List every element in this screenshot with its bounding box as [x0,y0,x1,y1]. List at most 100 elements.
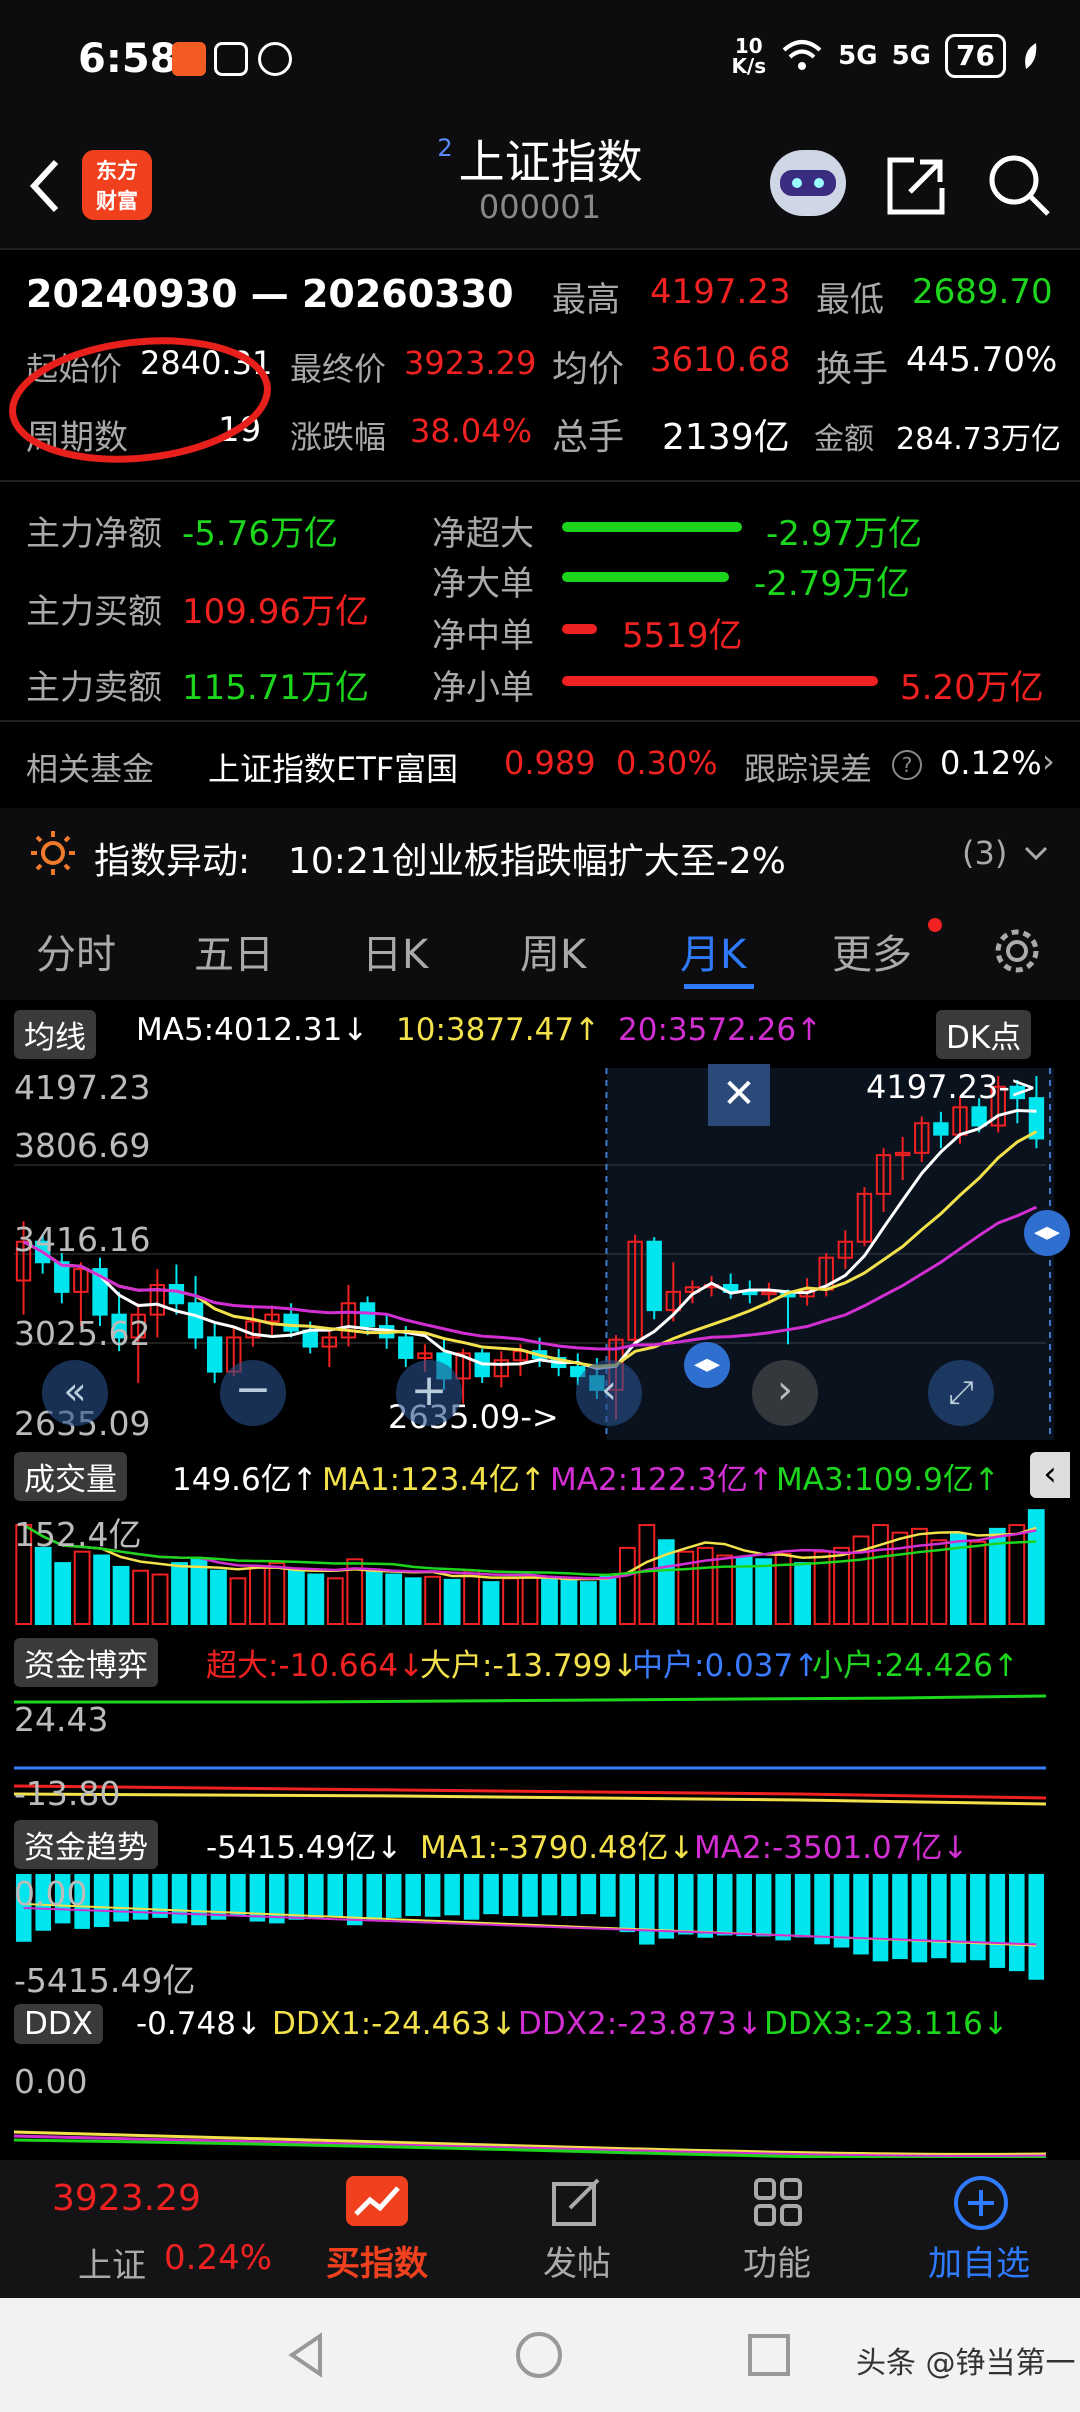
post-icon[interactable] [550,2176,604,2230]
zoom-out-icon[interactable]: − [220,1360,286,1426]
fund-label: 相关基金 [26,750,155,788]
ddx2-value: DDX2:-23.873↓ [518,2006,763,2042]
avg-label: 均价 [552,349,625,390]
game-axis-top: 24.43 [14,1700,109,1739]
candle [646,1237,662,1320]
tab-five-day[interactable]: 五日 [194,922,274,980]
ddx-legend-button[interactable]: DDX [14,2004,103,2044]
buy-index-icon[interactable] [346,2176,408,2226]
main-sell-label: 主力卖额 [26,668,162,708]
super-bar [562,522,742,532]
robot-assistant-icon[interactable] [770,150,846,216]
final-label: 最终价 [290,350,387,388]
fund-game-legend-button[interactable]: 资金博弈 [14,1638,158,1687]
volume-bar [872,1524,889,1626]
tab-intraday[interactable]: 分时 [36,922,116,980]
trend-bar [697,1874,714,1938]
nav-price[interactable]: 3923.29 [52,2178,202,2219]
trend-bar [113,1874,129,1922]
system-home-icon[interactable] [514,2330,564,2380]
fullscreen-icon[interactable]: ⤢ [928,1360,994,1426]
kline-chart[interactable]: 4197.23 3806.69 3416.16 3025.62 2635.09 … [0,1060,1080,1444]
related-fund-row[interactable]: 相关基金 上证指数ETF富国 0.989 0.30% 跟踪误差 ? 0.12% … [0,722,1080,808]
collapse-indicators-icon[interactable]: ‹ [1030,1452,1070,1498]
zoom-in-icon[interactable]: + [396,1360,462,1426]
search-icon[interactable] [986,152,1052,218]
scroll-left-fast-icon[interactable]: « [42,1360,108,1426]
volume-current: 149.6亿↑ [172,1462,318,1498]
range-handle-right[interactable]: ◂▸ [1024,1210,1070,1256]
trend-bar [483,1874,499,1915]
amount-value: 284.73万亿 [896,422,1061,457]
tab-daily-k[interactable]: 日K [362,922,428,980]
functions-icon[interactable] [752,2176,806,2230]
volume-chart: 152.4亿 [0,1504,1080,1628]
trend-bar [619,1874,636,1933]
tab-more[interactable]: 更多 [832,922,912,980]
main-net-value: -5.76万亿 [182,514,338,554]
volume-value: 2139亿 [662,417,790,458]
bulb-icon [31,831,75,875]
settings-gear-icon[interactable] [990,924,1044,978]
super-value: -2.97万亿 [766,514,922,554]
volume-bar [34,1546,52,1625]
battery-icon: 76 [945,34,1006,78]
tab-weekly-k[interactable]: 周K [520,922,586,980]
fund-price: 0.989 [504,744,596,782]
alert-text: 10:21创业板指跌幅扩大至-2% [288,841,786,882]
volume-bar [599,1575,617,1625]
trend-bar [950,1874,967,1963]
leaf-icon [1025,43,1037,69]
volume-bar [73,1550,91,1625]
trend-bar [327,1874,344,1917]
trend-bar [522,1874,538,1917]
index-alert-row[interactable]: 指数异动: 10:21创业板指跌幅扩大至-2% (3) [0,808,1080,900]
volume-bar [580,1581,597,1625]
add-watchlist-icon[interactable] [952,2174,1010,2232]
fund-game-legend: 资金博弈 超大:-10.664↓ 大户:-13.799↓ 中户:0.037↑ 小… [0,1638,1080,1687]
help-icon[interactable]: ? [892,750,922,780]
tab-monthly-k[interactable]: 月K [680,922,746,980]
trend-bar [639,1874,655,1945]
post-button[interactable]: 发帖 [502,2236,652,2285]
wifi-icon [782,40,822,70]
medium-bar [562,624,597,634]
range-handle-left[interactable]: ◂▸ [684,1342,730,1388]
close-selection-icon[interactable]: ✕ [708,1064,770,1126]
fund-trend-legend-button[interactable]: 资金趋势 [14,1820,158,1869]
ma20-value: 20:3572.26↑ [618,1012,823,1048]
fund-name[interactable]: 上证指数ETF富国 [208,744,458,790]
volume-legend-button[interactable]: 成交量 [14,1452,127,1501]
small-label: 净小单 [432,668,534,708]
volume-bar [502,1577,519,1626]
game-super: 超大:-10.664↓ [206,1648,425,1684]
dk-point-button[interactable]: DK点 [936,1010,1032,1059]
candle [264,1305,280,1336]
trend-bar [561,1874,577,1917]
signal-5g-2-icon: 5G [891,41,932,71]
functions-button[interactable]: 功能 [702,2236,852,2285]
volume-bar [424,1575,442,1625]
system-back-icon[interactable] [286,2332,326,2378]
volume-bar [463,1569,480,1625]
trend-bar [755,1874,772,1937]
trend-axis-top: 0.00 [14,1874,88,1913]
signal-5g-1-icon: 5G [838,41,878,71]
scroll-left-icon[interactable]: ‹ [576,1360,642,1426]
tracking-error-label: 跟踪误差 [744,750,873,788]
title-text: 上证指数 [458,135,643,189]
share-icon[interactable] [884,154,948,218]
super-label: 净超大 [432,514,534,554]
scroll-right-icon[interactable]: › [752,1360,818,1426]
date-range: 20240930 — 20260330 [26,272,514,316]
nfc-icon [214,42,248,76]
volume-label: 总手 [552,417,625,458]
system-recents-icon[interactable] [746,2332,792,2378]
ma-legend-button[interactable]: 均线 [14,1010,96,1059]
volume-bar [171,1562,188,1625]
buy-index-button[interactable]: 买指数 [302,2236,452,2285]
summary-panel: 20240930 — 20260330 最高 4197.23 最低 2689.7… [0,250,1080,480]
add-watchlist-button[interactable]: 加自选 [904,2236,1054,2285]
game-small-line [14,1694,1047,1704]
chevron-right-icon: › [1042,742,1055,780]
